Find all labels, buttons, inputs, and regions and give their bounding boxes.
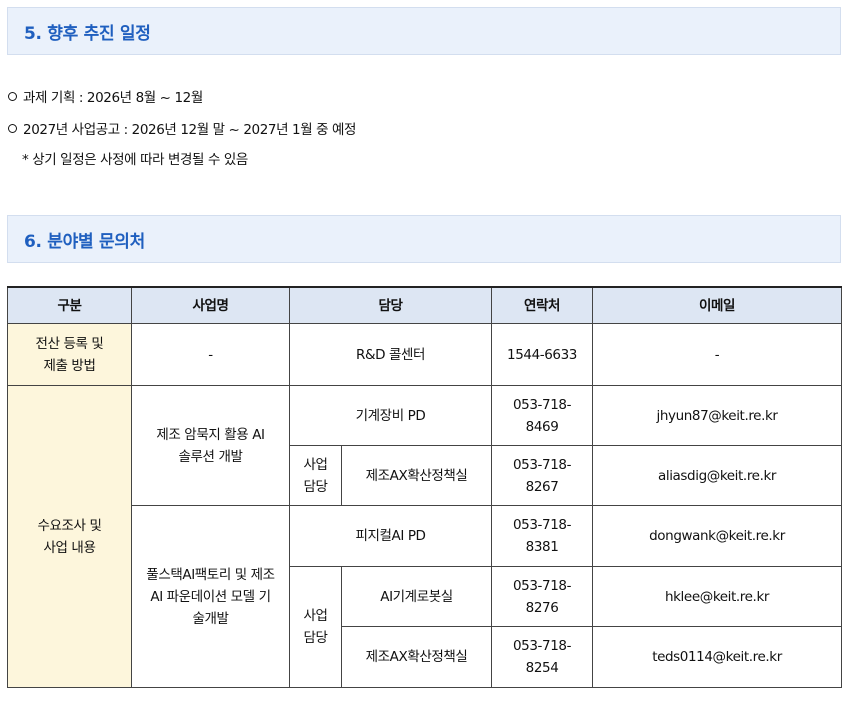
contact-cell: 제조AX확산정책실 <box>340 626 493 688</box>
email-cell: aliasdig@keit.re.kr <box>592 445 843 506</box>
phone-cell: 053-718-8254 <box>491 626 594 688</box>
email-cell: teds0114@keit.re.kr <box>592 626 843 688</box>
circle-bullet-icon <box>8 92 17 101</box>
header-category: 구분 <box>7 286 132 324</box>
business-cell: 제조 암묵지 활용 AI 솔루션 개발 <box>131 385 290 506</box>
section-6-title: 6. 분야별 문의처 <box>24 232 145 252</box>
table-row: 수요조사 및 사업 내용 제조 암묵지 활용 AI 솔루션 개발 기계장비 PD… <box>7 385 843 688</box>
table-header-row: 구분 사업명 담당 연락처 이메일 <box>7 286 843 324</box>
phone-cell: 053-718-8276 <box>491 566 594 627</box>
category-cell: 전산 등록 및 제출 방법 <box>7 323 132 386</box>
email-cell: jhyun87@keit.re.kr <box>592 385 843 446</box>
category-cell: 수요조사 및 사업 내용 <box>7 385 132 688</box>
schedule-item: 2027년 사업공고 : 2026년 12월 말 ~ 2027년 1월 중 예정 <box>8 118 356 138</box>
contact-table: 구분 사업명 담당 연락처 이메일 전산 등록 및 제출 방법 - R&D 콜센… <box>7 286 843 688</box>
header-email: 이메일 <box>592 286 843 324</box>
table-row: 풀스택AI팩토리 및 제조AI 파운데이션 모델 기술개발 피지컬AI PD 0… <box>8 505 843 688</box>
contact-cell: R&D 콜센터 <box>288 323 493 386</box>
phone-cell: 053-718-8267 <box>491 445 594 506</box>
section-5-header: 5. 향후 추진 일정 <box>7 7 841 55</box>
contact-cell: 제조AX확산정책실 <box>340 445 493 506</box>
circle-bullet-icon <box>8 124 17 133</box>
schedule-note: * 상기 일정은 사정에 따라 변경될 수 있음 <box>22 152 248 168</box>
business-cell: - <box>131 323 290 386</box>
header-business: 사업명 <box>131 286 290 324</box>
business-cell: 풀스택AI팩토리 및 제조AI 파운데이션 모델 기술개발 <box>131 505 290 688</box>
table-row: 전산 등록 및 제출 방법 - R&D 콜센터 1544-6633 - <box>7 323 843 386</box>
email-cell: dongwank@keit.re.kr <box>592 505 843 567</box>
email-cell: - <box>592 323 843 386</box>
phone-cell: 053-718-8469 <box>491 385 594 446</box>
phone-cell: 053-718-8381 <box>491 505 594 567</box>
contact-cell: 기계장비 PD <box>288 385 493 446</box>
sub-category-cell: 사업 담당 <box>289 566 342 688</box>
email-cell: hklee@keit.re.kr <box>592 566 843 627</box>
section-6-header: 6. 분야별 문의처 <box>7 215 841 263</box>
sub-category-cell: 사업 담당 <box>289 445 342 506</box>
header-phone: 연락처 <box>491 286 594 324</box>
contact-cell: 피지컬AI PD <box>288 505 493 567</box>
header-contact: 담당 <box>288 286 493 324</box>
schedule-item: 과제 기획 : 2026년 8월 ~ 12월 <box>8 86 203 106</box>
section-5-title: 5. 향후 추진 일정 <box>24 24 151 44</box>
phone-cell: 1544-6633 <box>491 323 594 386</box>
contact-cell: AI기계로봇실 <box>340 566 493 627</box>
